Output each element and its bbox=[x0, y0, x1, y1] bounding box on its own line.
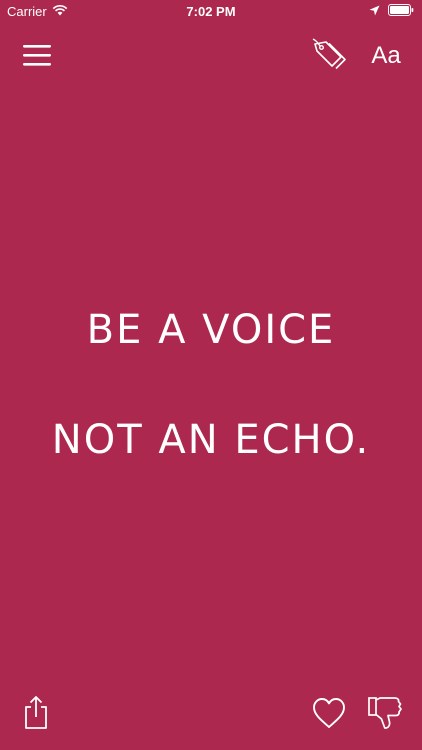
tags-button[interactable] bbox=[311, 38, 351, 74]
status-right bbox=[369, 4, 414, 19]
menu-button[interactable] bbox=[22, 40, 52, 70]
thumbs-down-icon bbox=[366, 697, 404, 736]
status-time: 7:02 PM bbox=[186, 4, 236, 19]
tags-icon bbox=[311, 38, 351, 78]
share-icon bbox=[20, 696, 52, 734]
dislike-button[interactable] bbox=[366, 694, 404, 732]
location-arrow-icon bbox=[369, 4, 380, 19]
quote-text: Be a voice not an echo. bbox=[0, 275, 422, 495]
font-settings-button[interactable]: Aa bbox=[368, 40, 404, 72]
quote-line-1: Be a voice bbox=[86, 307, 336, 353]
status-bar: Carrier 7:02 PM bbox=[0, 0, 422, 24]
share-button[interactable] bbox=[20, 694, 52, 730]
battery-icon bbox=[388, 4, 414, 19]
hamburger-menu-icon bbox=[22, 45, 52, 74]
heart-icon bbox=[311, 698, 347, 734]
top-toolbar: Aa bbox=[0, 38, 422, 74]
favorite-button[interactable] bbox=[311, 696, 347, 730]
quote-line-2: not an echo. bbox=[51, 417, 371, 463]
bottom-toolbar bbox=[0, 690, 422, 734]
